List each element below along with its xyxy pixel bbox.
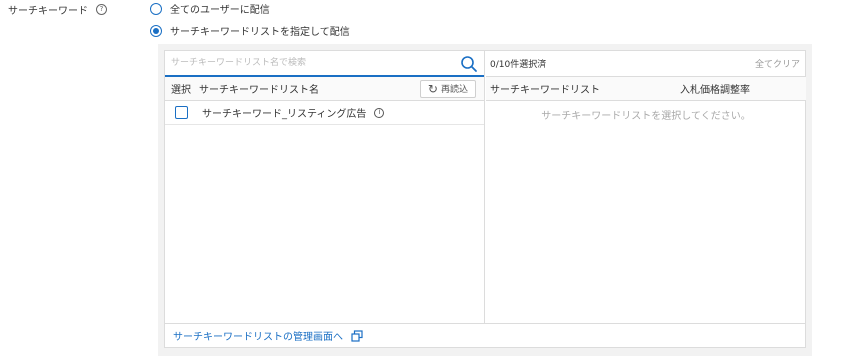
selected-lists-pane: 0/10件選択済 全てクリア サーチキーワードリスト 入札価格調整率 サーチキー… [486, 51, 806, 323]
list-item-checkbox[interactable] [175, 106, 188, 119]
field-label-text: サーチキーワード [8, 6, 88, 17]
col-header-bid-adjustment: 入札価格調整率 [680, 85, 750, 96]
info-icon[interactable]: i [374, 107, 385, 118]
list-item-label: サーチキーワード_リスティング広告 [202, 109, 367, 120]
keyword-list-panel-wrapper: 選択 サーチキーワードリスト名 ↻ 再読込 サーチキーワード_リスティング広告 … [158, 44, 812, 356]
selected-count-row: 0/10件選択済 全てクリア [486, 51, 806, 77]
panel-footer: サーチキーワードリストの管理画面へ [165, 323, 805, 347]
external-link-icon[interactable] [351, 329, 363, 342]
search-row [165, 51, 484, 77]
col-header-select: 選択 [171, 85, 191, 96]
available-lists-pane: 選択 サーチキーワードリスト名 ↻ 再読込 サーチキーワード_リスティング広告 … [165, 51, 485, 323]
radio-label-all-users[interactable]: 全てのユーザーに配信 [170, 1, 270, 16]
empty-state-message: サーチキーワードリストを選択してください。 [541, 111, 751, 122]
radio-all-users[interactable]: 全てのユーザーに配信 [150, 1, 270, 16]
search-input[interactable] [165, 52, 445, 74]
keyword-list-panel: 選択 サーチキーワードリスト名 ↻ 再読込 サーチキーワード_リスティング広告 … [164, 50, 806, 348]
left-table-header: 選択 サーチキーワードリスト名 ↻ 再読込 [165, 77, 484, 101]
radio-label-keyword-list[interactable]: サーチキーワードリストを指定して配信 [170, 23, 350, 38]
help-icon[interactable]: ? [96, 4, 107, 15]
management-page-link[interactable]: サーチキーワードリストの管理画面へ [173, 328, 343, 343]
field-label: サーチキーワード ? [8, 2, 107, 17]
reload-button[interactable]: ↻ 再読込 [419, 79, 476, 98]
right-table-header: サーチキーワードリスト 入札価格調整率 [486, 77, 806, 101]
list-item[interactable]: サーチキーワード_リスティング広告 i [165, 101, 484, 125]
search-icon[interactable] [460, 55, 478, 73]
radio-button-keyword-list[interactable] [150, 24, 162, 37]
col-header-keyword-list: サーチキーワードリスト [490, 85, 600, 96]
radio-button-all-users[interactable] [150, 2, 162, 15]
clear-all-button[interactable]: 全てクリア [755, 57, 800, 70]
col-header-list-name: サーチキーワードリスト名 [199, 85, 319, 96]
radio-keyword-list[interactable]: サーチキーワードリストを指定して配信 [150, 23, 350, 38]
reload-label: 再読込 [440, 85, 468, 95]
reload-icon: ↻ [427, 81, 438, 96]
selected-count: 0/10件選択済 [490, 60, 547, 70]
